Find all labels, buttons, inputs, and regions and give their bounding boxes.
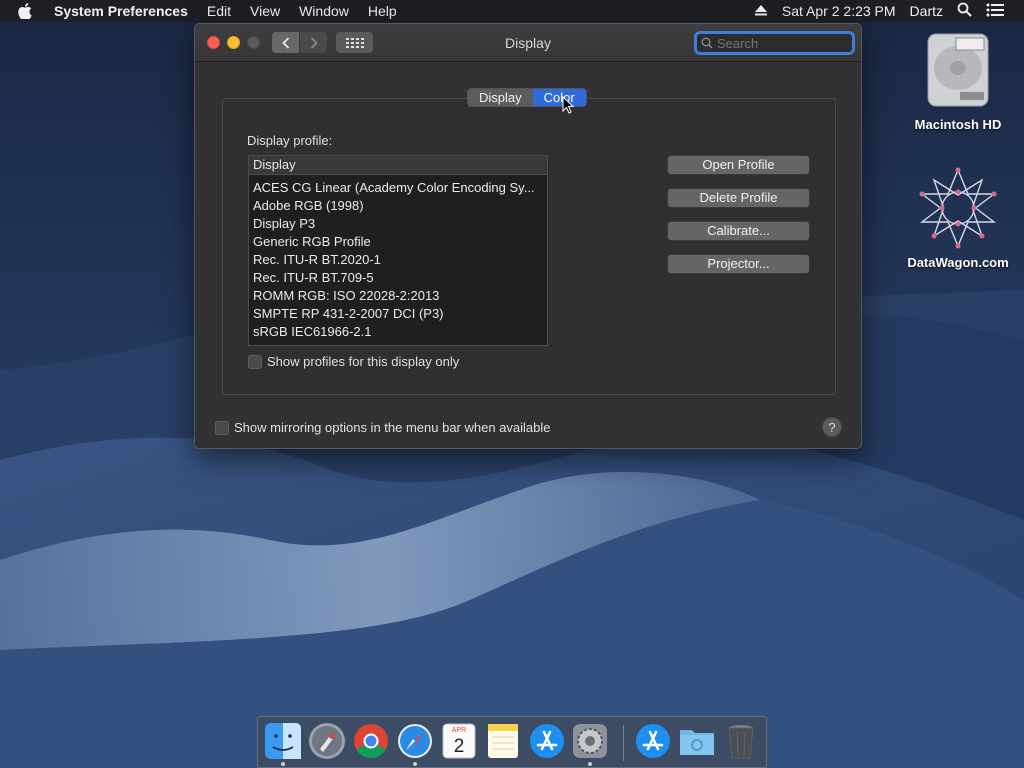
- app-store-icon: [636, 724, 670, 758]
- search-input[interactable]: [717, 35, 837, 51]
- app-menu-system-preferences[interactable]: System Preferences: [54, 3, 188, 19]
- dock-system-preferences[interactable]: [571, 721, 609, 761]
- running-indicator: [281, 762, 285, 766]
- eject-icon[interactable]: [754, 3, 768, 19]
- calendar-icon: APR 2: [442, 723, 476, 759]
- notification-center-icon[interactable]: [986, 3, 1004, 20]
- app-store-icon: [530, 724, 564, 758]
- dock-trash[interactable]: [722, 721, 760, 761]
- list-item[interactable]: Rec. ITU-R BT.2020-1: [249, 251, 547, 269]
- list-item[interactable]: SMPTE RP 431-2-2007 DCI (P3): [249, 305, 547, 323]
- search-field[interactable]: [694, 31, 855, 55]
- safari-icon: [398, 724, 432, 758]
- desktop-icon-label: DataWagon.com: [907, 255, 1009, 270]
- show-profiles-label: Show profiles for this display only: [267, 354, 460, 369]
- hard-drive-icon: [927, 33, 989, 107]
- running-indicator: [413, 762, 417, 766]
- window-content: Display Color Display profile: Display A…: [195, 62, 861, 448]
- chrome-icon: [354, 724, 388, 758]
- window-titlebar[interactable]: Display: [195, 24, 861, 62]
- menubar-user[interactable]: Dartz: [910, 3, 943, 19]
- mirroring-checkbox[interactable]: [215, 420, 229, 435]
- menubar-clock[interactable]: Sat Apr 2 2:23 PM: [782, 3, 896, 19]
- datawagon-logo-icon: [919, 167, 997, 249]
- list-item[interactable]: ROMM RGB: ISO 22028-2:2013: [249, 287, 547, 305]
- open-profile-button[interactable]: Open Profile: [667, 155, 810, 175]
- menu-bar: System Preferences Edit View Window Help…: [0, 0, 1024, 22]
- desktop-icon-datawagon[interactable]: DataWagon.com: [903, 166, 1013, 270]
- search-icon: [701, 37, 713, 49]
- display-profile-label: Display profile:: [247, 133, 333, 148]
- menu-window[interactable]: Window: [299, 3, 349, 19]
- notes-icon: [488, 724, 518, 758]
- dock-finder[interactable]: [264, 721, 302, 761]
- list-item[interactable]: Display P3: [249, 215, 547, 233]
- finder-icon: [265, 723, 301, 759]
- list-header[interactable]: Display: [249, 156, 547, 175]
- launchpad-icon: [309, 723, 345, 759]
- tab-display[interactable]: Display: [468, 89, 533, 106]
- show-profiles-checkbox-row[interactable]: Show profiles for this display only: [248, 354, 459, 369]
- calibrate-button[interactable]: Calibrate...: [667, 221, 810, 241]
- mirroring-checkbox-row[interactable]: Show mirroring options in the menu bar w…: [215, 420, 551, 435]
- calendar-month: APR: [452, 727, 466, 734]
- dock-separator: [623, 725, 624, 761]
- trash-icon: [728, 725, 754, 759]
- delete-profile-button[interactable]: Delete Profile: [667, 188, 810, 208]
- apple-menu-icon[interactable]: [18, 3, 40, 19]
- dock: APR 2: [257, 716, 767, 768]
- dock-calendar[interactable]: APR 2: [440, 721, 478, 761]
- help-button[interactable]: ?: [822, 417, 842, 437]
- dock-safari[interactable]: [396, 721, 434, 761]
- display-preferences-window: Display Display Color Display profile: D…: [194, 23, 862, 449]
- list-item[interactable]: Adobe RGB (1998): [249, 197, 547, 215]
- display-profile-list[interactable]: Display ACES CG Linear (Academy Color En…: [248, 155, 548, 346]
- folder-icon: [680, 730, 714, 755]
- projector-button[interactable]: Projector...: [667, 254, 810, 274]
- menu-view[interactable]: View: [250, 3, 280, 19]
- desktop-icon-macintosh-hd[interactable]: Macintosh HD: [903, 30, 1013, 132]
- mirroring-label: Show mirroring options in the menu bar w…: [234, 420, 551, 435]
- list-item[interactable]: Generic RGB Profile: [249, 233, 547, 251]
- list-item[interactable]: sRGB IEC61966-2.1: [249, 323, 547, 341]
- list-item[interactable]: ACES CG Linear (Academy Color Encoding S…: [249, 179, 547, 197]
- show-profiles-checkbox[interactable]: [248, 354, 262, 369]
- dock-launchpad[interactable]: [308, 721, 346, 761]
- calendar-day: 2: [454, 736, 465, 757]
- menu-edit[interactable]: Edit: [207, 3, 231, 19]
- mouse-cursor-icon: [562, 96, 574, 114]
- tab-color[interactable]: Color: [532, 89, 586, 106]
- dock-notes[interactable]: [484, 721, 522, 761]
- list-item[interactable]: Rec. ITU-R BT.709-5: [249, 269, 547, 287]
- dock-chrome[interactable]: [352, 721, 390, 761]
- dock-app-store-download[interactable]: [634, 721, 672, 761]
- running-indicator: [588, 762, 592, 766]
- menu-help[interactable]: Help: [368, 3, 397, 19]
- dock-app-store[interactable]: [528, 721, 566, 761]
- desktop-icon-label: Macintosh HD: [914, 117, 1002, 132]
- system-preferences-icon: [573, 724, 607, 758]
- dock-downloads-folder[interactable]: [678, 721, 716, 761]
- spotlight-search-icon[interactable]: [957, 2, 972, 20]
